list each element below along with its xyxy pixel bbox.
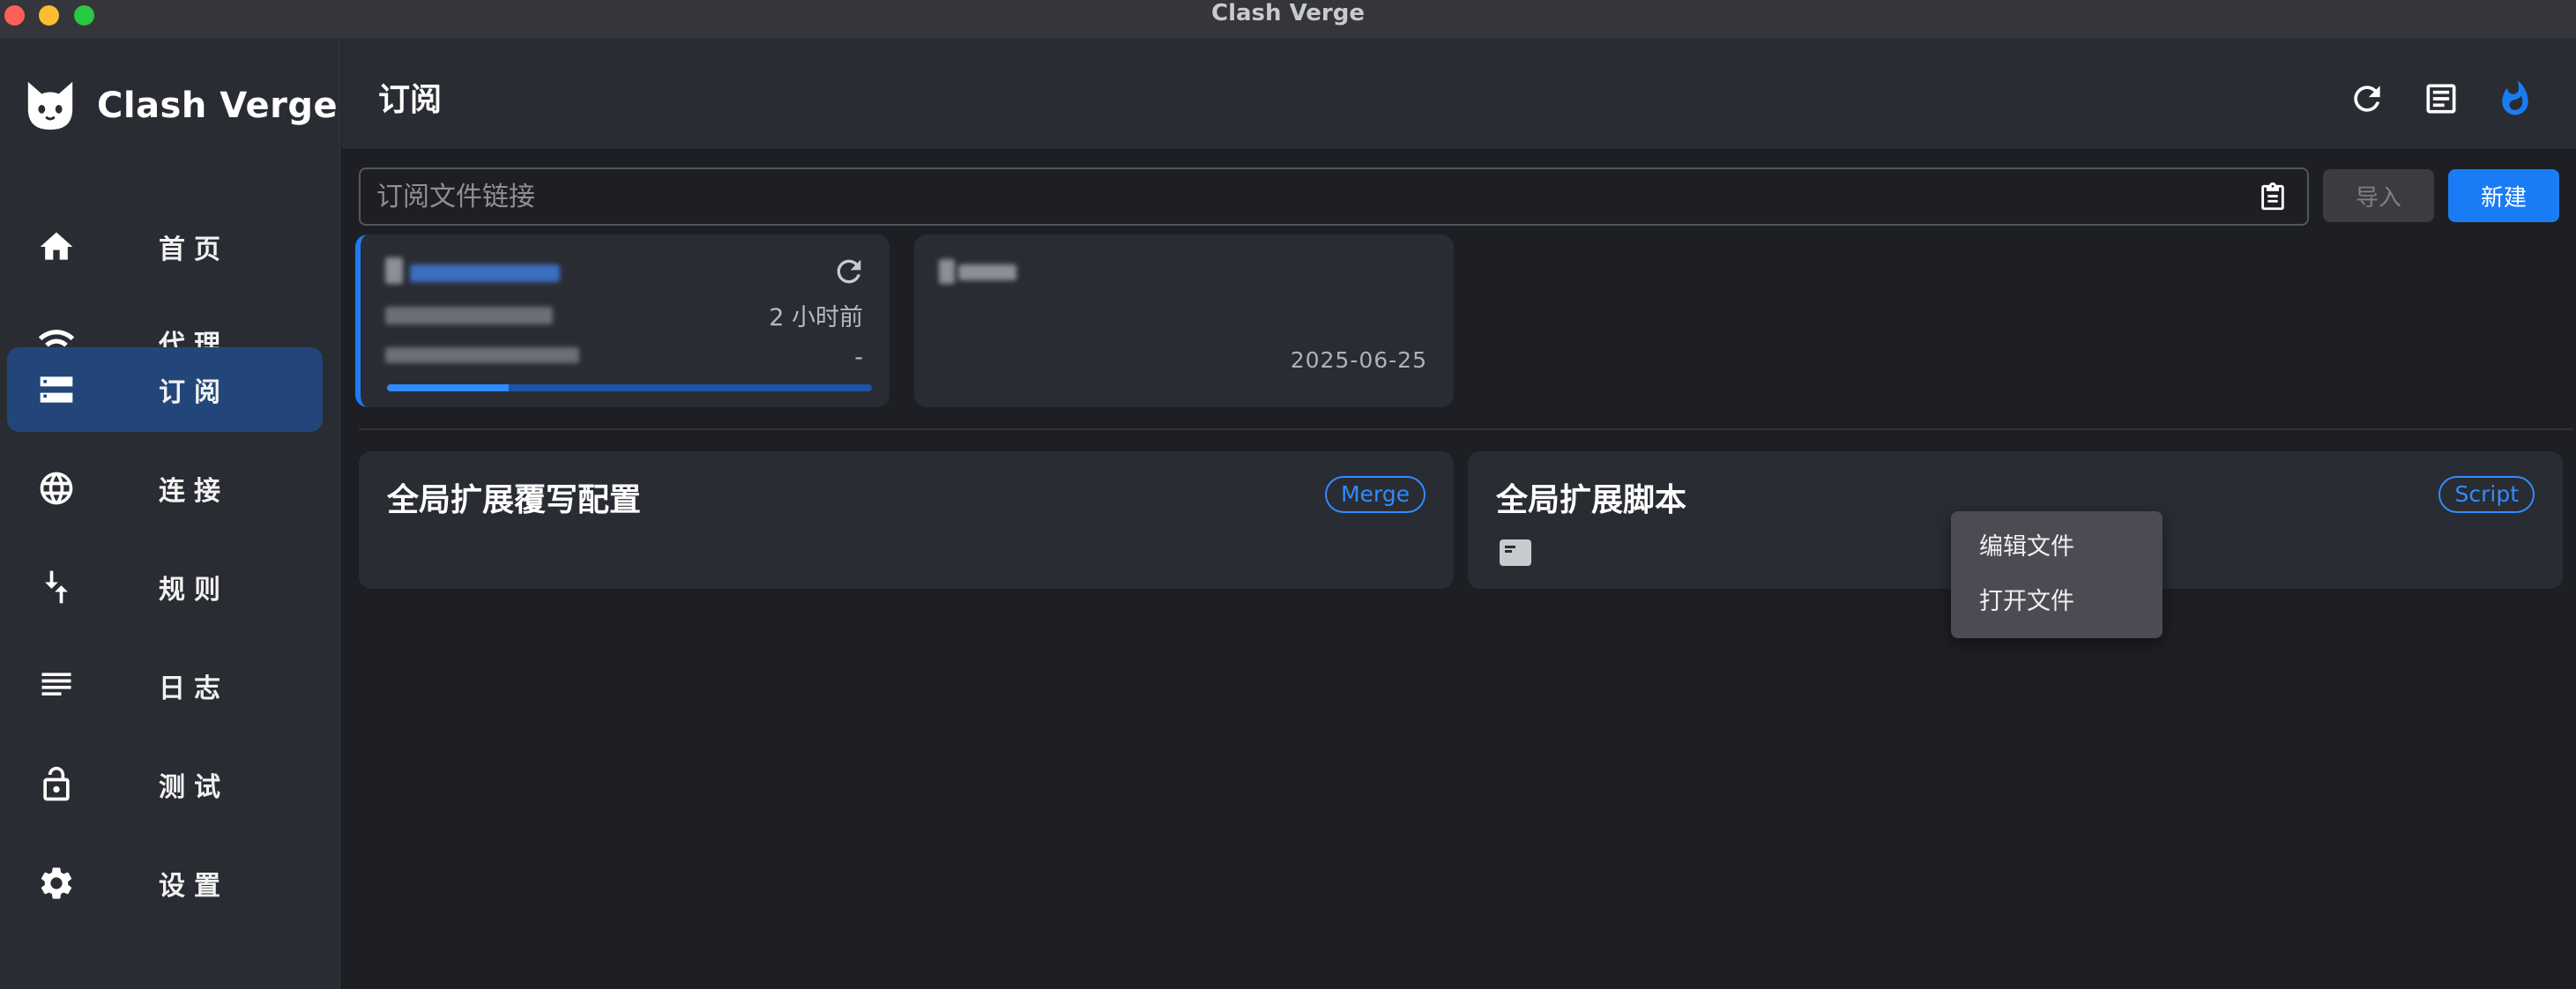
edit-file-menu-item[interactable]: 编辑文件	[1951, 520, 2163, 575]
open-file-menu-item[interactable]: 打开文件	[1951, 575, 2163, 629]
nav-item-logs[interactable]: 日志	[7, 643, 323, 728]
file-type-icon	[1500, 539, 1531, 566]
page-title: 订阅	[378, 82, 443, 118]
script-tag: Script	[2438, 476, 2535, 513]
profile-card[interactable]: 2025-06-25	[914, 234, 1454, 407]
nav-item-settings[interactable]: 设置	[7, 841, 323, 926]
nav-item-subscription[interactable]: 订阅	[7, 347, 323, 432]
nav-item-test[interactable]: 测试	[7, 742, 323, 827]
log-document-button[interactable]	[2420, 78, 2462, 120]
clipboard-paste-icon[interactable]	[2258, 182, 2288, 213]
global-script-title: 全局扩展脚本	[1496, 482, 1687, 518]
profile-card-selected[interactable]: 2 小时前 -	[355, 234, 890, 407]
gear-icon	[37, 864, 76, 903]
refresh-button[interactable]	[2346, 78, 2388, 120]
window-title: Clash Verge	[1211, 0, 1365, 26]
list-lines-icon	[37, 666, 76, 705]
redacted-usage	[385, 347, 579, 363]
globe-icon	[37, 469, 76, 508]
import-button[interactable]: 导入	[2323, 169, 2434, 222]
sidebar: Clash Verge 首页 代理 订阅 连接 规则 日志 测试 设置	[0, 39, 340, 989]
nav-label: 测试	[159, 772, 229, 803]
redacted-name	[958, 264, 1016, 280]
global-merge-card[interactable]: 全局扩展覆写配置 Merge	[359, 451, 1454, 589]
window-titlebar: Clash Verge	[0, 0, 2576, 39]
usage-progress-fill	[387, 384, 509, 391]
nav-item-rules[interactable]: 规则	[7, 545, 323, 629]
subscription-url-input[interactable]	[376, 176, 2228, 217]
fire-button[interactable]	[2494, 78, 2536, 120]
refresh-icon	[2354, 86, 2380, 112]
home-icon	[37, 227, 76, 266]
app-name: Clash Verge	[97, 86, 339, 126]
fork-arrow-icon	[37, 568, 76, 606]
section-divider	[359, 428, 2573, 430]
cat-logo-icon	[27, 81, 73, 130]
fire-icon	[2502, 80, 2528, 115]
nav-item-connections[interactable]: 连接	[7, 446, 323, 531]
nav-label: 首页	[159, 234, 229, 265]
nav-label: 订阅	[159, 377, 229, 408]
nav-label: 设置	[159, 871, 229, 902]
refresh-icon[interactable]	[831, 254, 867, 289]
merge-tag: Merge	[1324, 476, 1426, 513]
nav-label: 日志	[159, 673, 229, 704]
redacted-info	[385, 307, 553, 324]
expire-value: -	[854, 344, 863, 371]
redacted-name	[939, 259, 955, 284]
new-button[interactable]: 新建	[2448, 169, 2559, 222]
redacted-name	[410, 264, 560, 282]
nav-item-home[interactable]: 首页	[7, 204, 323, 289]
nav-label: 连接	[159, 476, 229, 507]
main-content: 导入 新建 2 小时前 - 2025-06-25 全局扩展覆写配置 Merge …	[341, 150, 2576, 989]
usage-progress-bar	[387, 384, 872, 391]
page-header: 订阅	[341, 39, 2576, 150]
lock-icon	[37, 765, 76, 804]
profile-date: 2025-06-25	[1290, 347, 1427, 373]
subscription-url-field	[359, 167, 2309, 226]
nav-label: 规则	[159, 575, 229, 606]
redacted-name	[385, 257, 403, 284]
app-logo: Clash Verge	[23, 72, 338, 139]
storage-icon	[37, 370, 76, 409]
context-menu: 编辑文件 打开文件	[1951, 511, 2163, 638]
updated-time: 2 小时前	[769, 304, 863, 331]
document-icon	[2426, 84, 2456, 114]
global-merge-title: 全局扩展覆写配置	[387, 482, 642, 518]
